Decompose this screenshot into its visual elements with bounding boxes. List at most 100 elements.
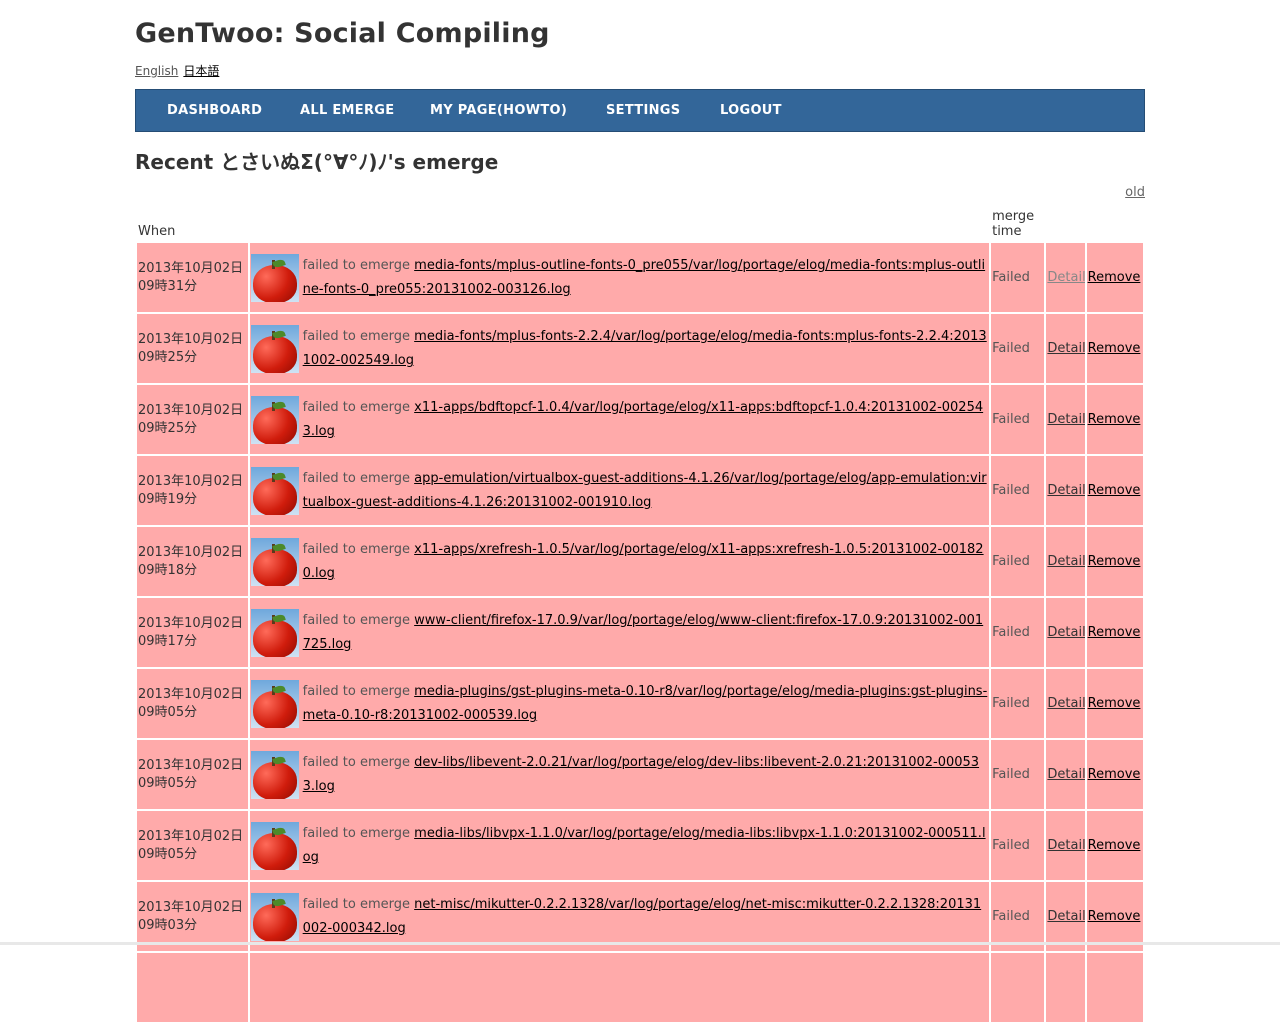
when-cell: 2013年10月02日 09時31分 [137, 243, 248, 312]
table-row [137, 953, 1143, 1022]
remove-cell: Remove [1086, 598, 1143, 667]
nav-dashboard[interactable]: DASHBOARD [167, 90, 262, 132]
remove-link[interactable]: Remove [1088, 341, 1141, 356]
detail-link[interactable]: Detail [1047, 696, 1084, 711]
nav-logout[interactable]: LOGOUT [720, 90, 782, 132]
header-remove [1087, 204, 1143, 241]
what-cell: failed to emerge media-plugins/gst-plugi… [249, 669, 990, 738]
tomato-avatar-icon[interactable] [250, 538, 299, 586]
nav-all-emerge[interactable]: ALL EMERGE [300, 90, 394, 132]
tomato-avatar-icon[interactable] [250, 680, 299, 728]
result-cell: Failed [991, 527, 1045, 596]
what-cell: failed to emerge x11-apps/xrefresh-1.0.5… [249, 527, 990, 596]
lang-english-link[interactable]: English [135, 64, 178, 78]
emerge-date: 2013年10月02日 [138, 402, 244, 418]
detail-link[interactable]: Detail [1047, 483, 1084, 498]
emerge-time: 09時03分 [138, 917, 198, 933]
detail-cell: Detail [1046, 456, 1085, 525]
detail-cell: Detail [1046, 385, 1085, 454]
detail-link[interactable]: Detail [1047, 909, 1084, 924]
result-cell: Failed [991, 385, 1045, 454]
detail-cell [1046, 953, 1085, 1022]
what-cell: failed to emerge app-emulation/virtualbo… [249, 456, 990, 525]
tomato-avatar-icon[interactable] [250, 325, 299, 373]
detail-cell: Detail [1046, 598, 1085, 667]
tomato-avatar-icon[interactable] [250, 893, 299, 941]
lang-japanese-link[interactable]: 日本語 [183, 64, 219, 78]
emerge-date: 2013年10月02日 [138, 686, 244, 702]
detail-link[interactable]: Detail [1047, 341, 1084, 356]
detail-link[interactable]: Detail [1047, 412, 1084, 427]
tomato-avatar-icon[interactable] [250, 822, 299, 870]
detail-cell: Detail [1046, 527, 1085, 596]
result-cell: Failed [991, 669, 1045, 738]
when-cell: 2013年10月02日 09時05分 [137, 811, 248, 880]
tomato-avatar-icon[interactable] [250, 467, 299, 515]
remove-cell: Remove [1086, 811, 1143, 880]
detail-cell: Detail [1046, 882, 1085, 951]
remove-link[interactable]: Remove [1088, 767, 1141, 782]
remove-link[interactable]: Remove [1088, 909, 1141, 924]
remove-link[interactable]: Remove [1088, 696, 1141, 711]
when-cell [137, 953, 248, 1022]
remove-link[interactable]: Remove [1088, 838, 1141, 853]
what-cell: failed to emerge dev-libs/libevent-2.0.2… [249, 740, 990, 809]
remove-cell: Remove [1086, 314, 1143, 383]
old-link[interactable]: old [1125, 185, 1145, 200]
emerge-date: 2013年10月02日 [138, 331, 244, 347]
result-cell: Failed [991, 456, 1045, 525]
table-row: 2013年10月02日 09時18分 failed to emerge x11-ap… [137, 527, 1143, 596]
result-cell: Failed [991, 243, 1045, 312]
detail-link[interactable]: Detail [1047, 625, 1084, 640]
table-row: 2013年10月02日 09時05分 failed to emerge media-… [137, 811, 1143, 880]
nav-settings[interactable]: SETTINGS [606, 90, 680, 132]
tomato-avatar-icon[interactable] [250, 254, 299, 302]
remove-link[interactable]: Remove [1088, 483, 1141, 498]
site-title: GenTwoo: Social Compiling [135, 18, 550, 49]
remove-cell [1086, 953, 1143, 1022]
page-heading: Recent とさいぬΣ(°∀°ﾉ)ﾉ's emerge [135, 150, 499, 174]
table-row: 2013年10月02日 09時19分 failed to emerge app-em… [137, 456, 1143, 525]
when-cell: 2013年10月02日 09時05分 [137, 740, 248, 809]
table-row: 2013年10月02日 09時25分 failed to emerge media-… [137, 314, 1143, 383]
when-cell: 2013年10月02日 09時19分 [137, 456, 248, 525]
main-nav: DASHBOARD ALL EMERGE MY PAGE(HOWTO) SETT… [135, 89, 1145, 132]
remove-link[interactable]: Remove [1088, 554, 1141, 569]
emerge-time: 09時05分 [138, 846, 198, 862]
what-cell: failed to emerge media-fonts/mplus-outli… [249, 243, 990, 312]
detail-link[interactable]: Detail [1047, 554, 1084, 569]
remove-link[interactable]: Remove [1088, 625, 1141, 640]
tomato-avatar-icon[interactable] [250, 751, 299, 799]
remove-cell: Remove [1086, 385, 1143, 454]
emerge-date: 2013年10月02日 [138, 615, 244, 631]
detail-link[interactable]: Detail [1047, 767, 1084, 782]
header-detail [1046, 204, 1084, 241]
remove-link[interactable]: Remove [1088, 270, 1141, 285]
detail-link[interactable]: Detail [1047, 270, 1084, 285]
emerge-time: 09時18分 [138, 562, 198, 578]
language-switcher: English 日本語 [135, 62, 224, 79]
tomato-avatar-icon[interactable] [250, 609, 299, 657]
status-text: failed to emerge [302, 826, 411, 841]
emerge-date: 2013年10月02日 [138, 260, 244, 276]
nav-my-page[interactable]: MY PAGE(HOWTO) [430, 90, 567, 132]
tomato-avatar-icon[interactable] [250, 396, 299, 444]
what-cell: failed to emerge media-fonts/mplus-fonts… [249, 314, 990, 383]
result-cell [991, 953, 1045, 1022]
emerge-date: 2013年10月02日 [138, 899, 244, 915]
detail-cell: Detail [1046, 669, 1085, 738]
what-cell [249, 953, 990, 1022]
detail-link[interactable]: Detail [1047, 838, 1084, 853]
result-cell: Failed [991, 882, 1045, 951]
result-cell: Failed [991, 811, 1045, 880]
table-row: 2013年10月02日 09時03分 failed to emerge net-mi… [137, 882, 1143, 951]
what-cell: failed to emerge x11-apps/bdftopcf-1.0.4… [249, 385, 990, 454]
status-text: failed to emerge [302, 542, 411, 557]
remove-cell: Remove [1086, 740, 1143, 809]
detail-cell: Detail [1046, 811, 1085, 880]
detail-cell: Detail [1046, 314, 1085, 383]
emerge-table: When merge time 2013年10月02日 09時31分 failed … [135, 202, 1145, 1024]
remove-link[interactable]: Remove [1088, 412, 1141, 427]
what-cell: failed to emerge media-libs/libvpx-1.1.0… [249, 811, 990, 880]
result-cell: Failed [991, 314, 1045, 383]
